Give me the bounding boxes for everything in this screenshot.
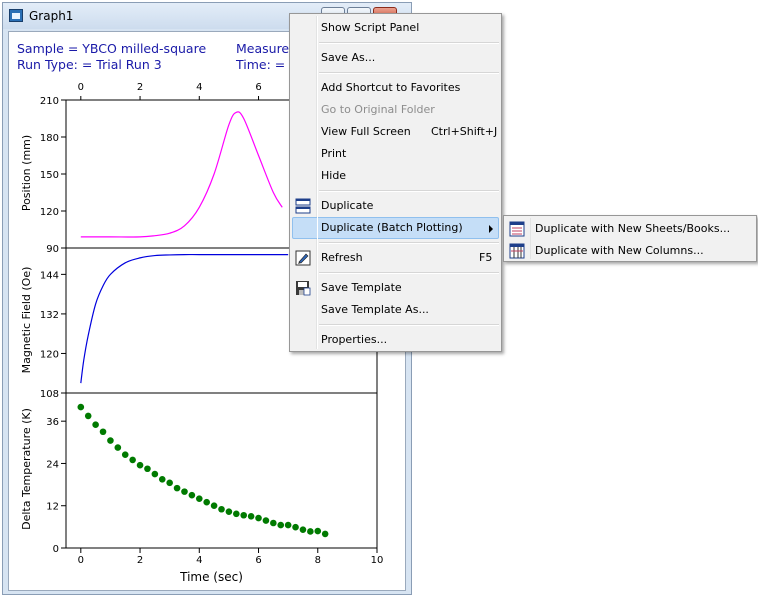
data-point	[144, 465, 151, 473]
menu-item-show-script-panel[interactable]: Show Script Panel	[292, 17, 499, 39]
x-tick-label: 0	[78, 555, 84, 566]
y-tick-label: 132	[40, 310, 59, 321]
data-point	[77, 403, 85, 411]
data-point	[307, 528, 314, 535]
y-tick-label: 180	[40, 133, 59, 144]
data-point	[99, 428, 107, 436]
menu-item-print[interactable]: Print	[292, 143, 499, 165]
menu-item-duplicate-new-columns[interactable]: Duplicate with New Columns...	[506, 240, 754, 262]
data-point	[195, 495, 203, 502]
y-tick-label: 0	[53, 544, 59, 555]
menu-item-view-full-screen[interactable]: View Full Screen Ctrl+Shift+J	[292, 121, 499, 143]
y-tick-label: 90	[46, 244, 59, 255]
data-point	[188, 491, 196, 499]
menu-item-refresh[interactable]: Refresh F5	[292, 247, 499, 269]
data-point	[270, 519, 277, 527]
data-point	[225, 508, 233, 516]
data-point	[158, 476, 166, 483]
y-tick-label: 12	[46, 502, 59, 513]
x-tick-label: 6	[255, 555, 261, 566]
y-tick-label: 36	[46, 417, 59, 428]
y-axis-label: Position (mm)	[20, 135, 33, 211]
batch-plotting-submenu: Duplicate with New Sheets/Books... Dupli…	[503, 215, 757, 262]
duplicate-icon	[295, 198, 311, 214]
menu-item-save-as[interactable]: Save As...	[292, 47, 499, 69]
delta-temperature-layer[interactable]: 0122436Delta Temperature (K)0 2 4 6 8 10Time …	[20, 392, 384, 584]
x-tick-top-label: 4	[196, 82, 202, 93]
menu-item-properties[interactable]: Properties...	[292, 329, 499, 351]
menu-separator	[319, 72, 499, 74]
data-point	[173, 484, 181, 492]
x-tick-label: 10	[371, 555, 384, 566]
new-columns-icon	[509, 243, 525, 259]
save-template-icon	[296, 281, 311, 296]
y-tick-label: 120	[40, 349, 59, 360]
menu-item-duplicate[interactable]: Duplicate	[292, 195, 499, 217]
menu-separator	[319, 190, 499, 192]
data-point	[107, 437, 114, 444]
menu-item-go-to-original-folder: Go to Original Folder	[321, 103, 435, 116]
y-tick-label: 120	[40, 207, 59, 218]
data-point	[218, 505, 225, 513]
data-point	[121, 451, 129, 458]
data-point	[166, 479, 173, 487]
menu-separator	[319, 242, 499, 244]
x-tick-top-label: 6	[255, 82, 261, 93]
data-point	[129, 456, 136, 464]
x-tick-label: 2	[137, 555, 143, 566]
y-tick-label: 210	[40, 96, 59, 107]
data-point	[203, 498, 210, 506]
data-point	[92, 421, 99, 429]
menu-item-hide[interactable]: Hide	[292, 165, 499, 187]
new-sheets-books-icon	[509, 221, 525, 237]
data-point	[262, 517, 270, 524]
y-axis-label: Magnetic Field (Oe)	[20, 267, 33, 374]
refresh-icon	[295, 250, 311, 266]
menu-separator	[319, 324, 499, 326]
y-tick-label: 108	[40, 389, 59, 400]
series-line	[80, 111, 283, 238]
data-point	[314, 527, 322, 535]
menu-separator	[319, 272, 499, 274]
series-line	[80, 253, 289, 384]
x-tick-label: 8	[315, 555, 321, 566]
data-point	[136, 461, 144, 469]
menu-item-add-shortcut[interactable]: Add Shortcut to Favorites	[292, 77, 499, 99]
data-point	[233, 510, 240, 518]
y-tick-label: 144	[40, 270, 59, 281]
plot-frame	[65, 392, 378, 549]
x-tick-top-label: 0	[78, 82, 84, 93]
menu-item-duplicate-batch-plotting[interactable]: Duplicate (Batch Plotting)	[292, 217, 499, 239]
x-tick-top-label: 2	[137, 82, 143, 93]
data-point	[292, 523, 299, 531]
data-point	[247, 512, 255, 520]
y-tick-label: 150	[40, 170, 59, 181]
y-tick-label: 24	[46, 459, 59, 470]
view-full-screen-shortcut: Ctrl+Shift+J	[431, 125, 498, 138]
data-point	[284, 521, 292, 529]
data-point	[151, 470, 159, 478]
menu-item-save-template-as[interactable]: Save Template As...	[292, 299, 499, 321]
y-axis-label: Delta Temperature (K)	[20, 408, 33, 530]
refresh-shortcut: F5	[479, 251, 493, 264]
data-point	[84, 412, 92, 420]
menu-item-save-template[interactable]: Save Template	[292, 277, 499, 299]
x-axis-label: Time (sec)	[179, 570, 243, 584]
data-point	[277, 521, 285, 529]
menu-separator	[319, 42, 499, 44]
data-point	[114, 444, 122, 451]
x-tick-label: 4	[196, 555, 202, 566]
data-point	[210, 502, 218, 510]
submenu-arrow-icon	[489, 225, 493, 233]
menu-item-duplicate-new-sheets-books[interactable]: Duplicate with New Sheets/Books...	[506, 218, 754, 240]
data-point	[240, 511, 248, 519]
data-point	[181, 488, 188, 495]
data-point	[321, 530, 329, 538]
data-point	[299, 526, 307, 533]
context-menu: Show Script Panel Save As... Add Shortcu…	[289, 13, 502, 352]
data-point	[255, 514, 262, 522]
